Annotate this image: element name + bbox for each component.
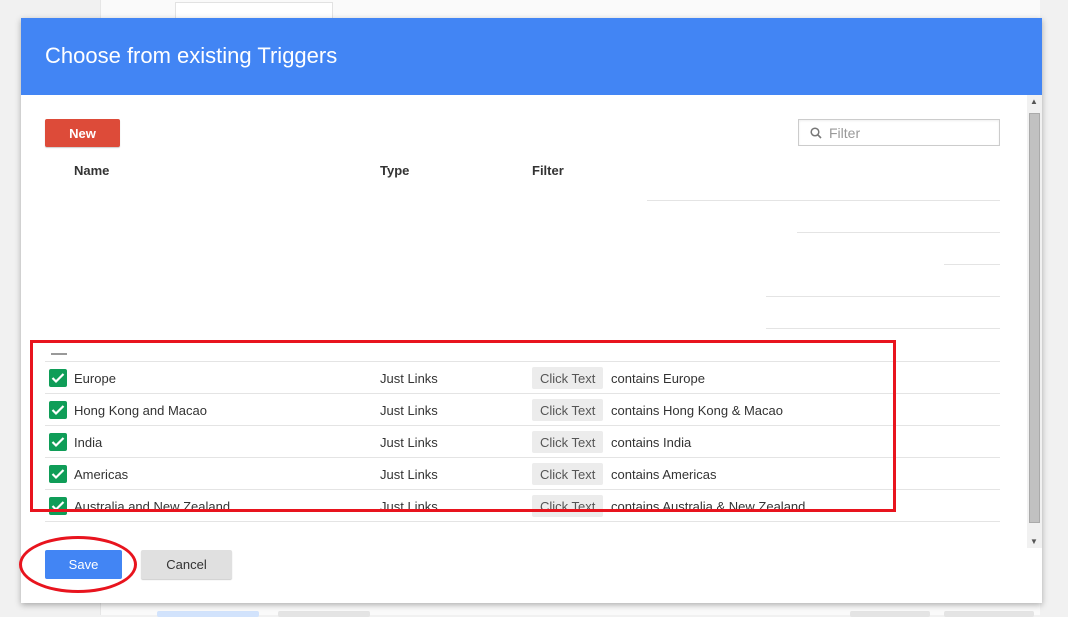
- annotation-highlight-box: [30, 340, 896, 512]
- background-button: [850, 611, 930, 617]
- scrollbar-thumb[interactable]: [1029, 113, 1040, 523]
- trigger-dialog: Choose from existing Triggers New Filter…: [21, 18, 1042, 603]
- scroll-down-icon[interactable]: ▼: [1030, 537, 1038, 546]
- filter-placeholder: Filter: [829, 125, 861, 141]
- background-tab: [175, 2, 333, 18]
- row-divider: [944, 264, 1000, 265]
- column-header-type[interactable]: Type: [380, 163, 409, 178]
- search-icon: [810, 127, 822, 139]
- column-header-filter[interactable]: Filter: [532, 163, 564, 178]
- filter-input[interactable]: Filter: [798, 119, 1000, 146]
- scrollbar[interactable]: ▲ ▼: [1027, 95, 1042, 548]
- background-button: [278, 611, 370, 617]
- row-divider: [766, 328, 1000, 329]
- column-header-name[interactable]: Name: [74, 163, 109, 178]
- background-button: [157, 611, 259, 617]
- row-divider: [647, 200, 1000, 201]
- dialog-title: Choose from existing Triggers: [21, 18, 1042, 95]
- row-divider: [766, 296, 1000, 297]
- row-divider: [797, 232, 1000, 233]
- new-trigger-button[interactable]: New: [45, 119, 120, 147]
- cancel-button[interactable]: Cancel: [141, 550, 232, 579]
- background-button: [944, 611, 1034, 617]
- scroll-up-icon[interactable]: ▲: [1030, 97, 1038, 106]
- annotation-highlight-circle: [19, 536, 137, 593]
